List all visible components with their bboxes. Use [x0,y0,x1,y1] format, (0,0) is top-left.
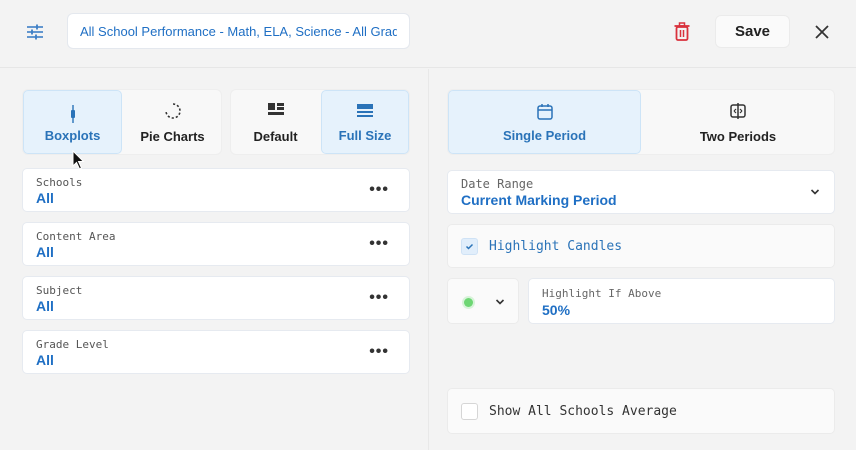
compare-icon [730,103,746,119]
size-group: Default Full Size [230,89,410,155]
pie-charts-label: Pie Charts [140,129,205,144]
highlight-if-above-input[interactable]: Highlight If Above 50% [528,278,835,324]
show-average-checkbox[interactable]: Show All Schools Average [447,388,835,434]
chevron-down-icon [810,189,820,195]
full-size-label: Full Size [338,128,392,143]
layout-default-icon [267,103,284,115]
default-size-button[interactable]: Default [231,90,320,154]
date-range-select[interactable]: Date Range Current Marking Period [447,170,835,214]
period-group: Single Period Two Periods [447,89,835,155]
period-options-panel: Single Period Two Periods Date Range Cur… [429,69,856,450]
chevron-down-icon [495,299,505,305]
highlight-if-above-value: 50% [542,302,571,318]
highlight-candles-label: Highlight Candles [489,239,623,254]
filter-settings-icon[interactable] [24,21,46,43]
trash-icon[interactable] [673,22,691,42]
close-icon[interactable] [813,23,831,41]
report-title-input[interactable] [67,13,410,49]
layout-full-icon [357,104,373,117]
date-range-label: Date Range [461,177,534,191]
highlight-candles-checkbox[interactable]: Highlight Candles [447,224,835,268]
highlight-color-picker[interactable] [447,278,519,324]
schools-dropdown[interactable]: Schools All ••• [22,168,410,212]
pie-charts-button[interactable]: Pie Charts [123,90,222,154]
content-area-label: Content Area [36,230,116,243]
grade-level-dropdown[interactable]: Grade Level All ••• [22,330,410,374]
more-options-icon[interactable]: ••• [369,181,389,199]
schools-label: Schools [36,176,83,189]
two-periods-label: Two Periods [699,129,777,144]
grade-level-label: Grade Level [36,338,109,351]
more-options-icon[interactable]: ••• [369,235,389,253]
chart-type-group: Boxplots Pie Charts [22,89,222,155]
more-options-icon[interactable]: ••• [369,343,389,361]
pie-chart-icon [164,103,181,119]
default-size-label: Default [253,129,298,144]
subject-value: All [36,298,54,314]
content-area-dropdown[interactable]: Content Area All ••• [22,222,410,266]
checkbox-unchecked[interactable] [461,403,478,420]
date-range-value: Current Marking Period [461,192,617,208]
content-area-value: All [36,244,54,260]
color-swatch [464,298,473,307]
subject-label: Subject [36,284,83,297]
schools-value: All [36,190,54,206]
boxplots-label: Boxplots [44,128,101,143]
highlight-if-above-label: Highlight If Above [542,287,662,300]
more-options-icon[interactable]: ••• [369,289,389,307]
full-size-button[interactable]: Full Size [321,90,409,154]
single-period-button[interactable]: Single Period [448,90,641,154]
check-icon [465,243,474,250]
save-button[interactable]: Save [715,15,790,48]
header: Save [0,0,856,68]
grade-level-value: All [36,352,54,368]
calendar-icon [536,104,553,120]
subject-dropdown[interactable]: Subject All ••• [22,276,410,320]
checkbox-checked[interactable] [461,238,478,255]
boxplots-button[interactable]: Boxplots [23,90,122,154]
single-period-label: Single Period [502,128,587,143]
boxplot-icon [70,105,75,123]
two-periods-button[interactable]: Two Periods [642,90,834,154]
chart-options-panel: Boxplots Pie Charts Default Full Size Sc… [0,69,428,450]
show-average-label: Show All Schools Average [489,404,677,419]
